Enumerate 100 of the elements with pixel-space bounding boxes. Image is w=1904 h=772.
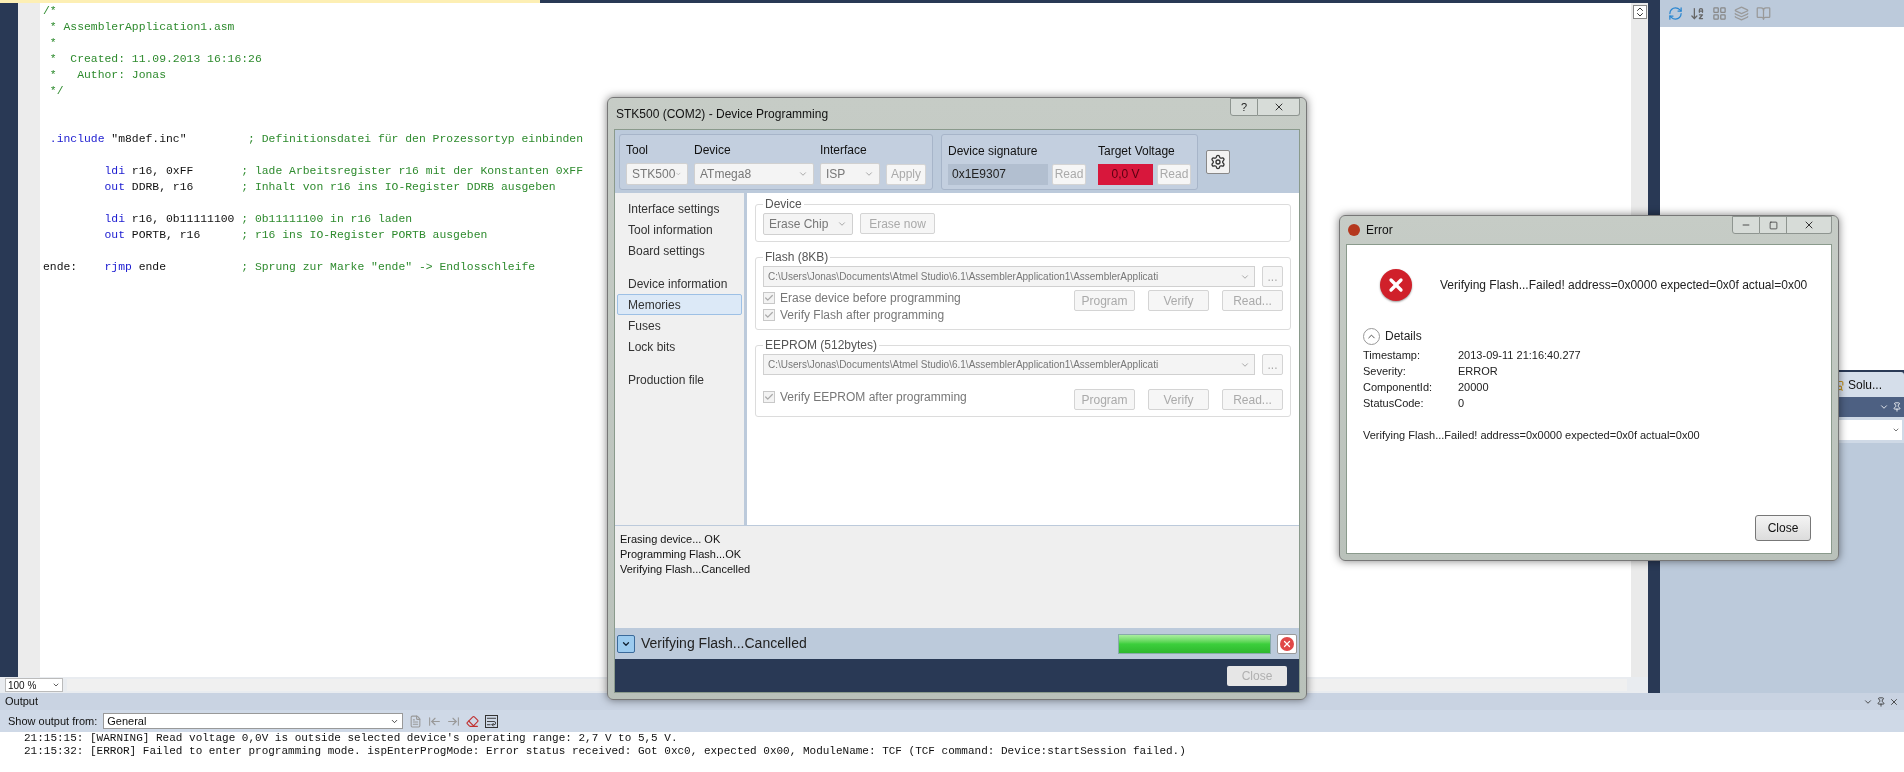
close-button[interactable]: Close [1755,515,1811,541]
close-icon [1803,219,1815,231]
field-label: Device signature [948,142,1039,160]
code-text: r16, 0xFF [131,164,194,180]
cancel-button[interactable] [1277,633,1297,654]
panel-title: Output [5,694,39,710]
settings-icon [1210,153,1226,170]
erase-now-button[interactable]: Erase now [860,213,935,234]
code-keyword: out [104,228,126,244]
nav-item[interactable]: Device information [617,273,742,294]
previous-icon[interactable] [428,714,442,728]
code-text: ende [138,260,167,276]
split-handle-icon[interactable] [1632,5,1647,19]
code-comment: ; Definitionsdatei für den Prozessortyp einbinden [248,132,583,148]
detail-value: 20000 [1458,379,1489,395]
window-title: Error [1366,222,1393,239]
layers-icon[interactable] [1734,6,1749,21]
section-legend: Flash (8KB) [763,248,831,266]
field-label: Device [694,141,732,159]
caret-icon [837,219,847,229]
log-line: Verifying Flash...Cancelled [620,562,752,577]
code-comment: ; r16 ins IO-Register PORTB ausgeben [241,228,488,244]
sort-icon[interactable] [1690,6,1705,21]
nav-item[interactable]: Interface settings [617,198,742,219]
nav-item[interactable]: Lock bits [617,336,742,357]
nav-item[interactable]: Tool information [617,219,742,240]
nav-item[interactable]: Production file [617,369,742,390]
detail-key: Timestamp: [1363,346,1458,364]
book-icon[interactable] [1756,6,1771,21]
file-path-dropdown[interactable]: C:\Users\Jonas\Documents\Atmel Studio\6.1\AssemblerApplication1\AssemblerApplicati [763,354,1255,375]
nav-item[interactable]: Memories [617,294,742,315]
code-keyword: ldi [104,212,126,228]
section-legend: Device [763,195,804,213]
next-icon[interactable] [447,714,461,728]
code-comment: ; 0b11111100 in r16 laden [241,212,413,228]
status-text: Verifying Flash...Cancelled [641,634,808,653]
read-button[interactable]: Read [1157,163,1191,185]
log-line: Programming Flash...OK [620,547,743,562]
expand-button[interactable] [617,634,635,653]
pin-icon[interactable] [1892,402,1902,412]
nav-item[interactable]: Board settings [617,240,742,261]
erase-mode-dropdown[interactable]: Erase Chip [763,213,853,235]
zoom-dropdown[interactable]: 100 % [5,678,63,692]
close-button[interactable] [1258,98,1300,116]
browse-button[interactable]: ... [1262,354,1283,375]
close-icon[interactable] [1889,696,1899,707]
minimize-button[interactable] [1732,216,1760,234]
cancel-icon [1280,636,1294,651]
code-comment: ; Sprung zur Marke "ende" -> Endlosschleife [241,260,536,276]
code-comment: * AssemblerApplication1.asm [48,20,235,36]
check-icon [764,309,774,320]
close-button[interactable] [1787,216,1832,234]
read-button[interactable]: Read [1052,163,1086,185]
check-icon [764,292,774,303]
dropdown-icon[interactable] [1879,402,1889,412]
pin-icon[interactable] [1876,696,1886,707]
settings-button[interactable] [1206,149,1230,174]
code-comment: * [48,36,57,52]
code-keyword: ldi [104,164,126,180]
code-comment: ; lade Arbeitsregister r16 mit der Konstanten 0xFF [241,164,583,180]
document-icon[interactable] [409,714,423,728]
tool-dropdown[interactable]: STK500 [626,162,688,185]
maximize-button[interactable] [1760,216,1787,234]
field-label: Tool [626,141,649,159]
grid-icon[interactable] [1712,6,1727,21]
code-text: r16, 0b11111100 [131,212,235,228]
maximize-icon [1768,220,1778,230]
detail-key: ComponentId: [1363,378,1458,396]
voltage-field: 0,0 V [1098,163,1153,185]
code-text: ende: [43,260,78,276]
help-button[interactable]: ? [1230,98,1258,116]
output-source-dropdown[interactable]: General [103,713,404,729]
caret-icon [1892,426,1900,434]
code-text: PORTB, r16 [131,228,201,244]
field-label: Target Voltage [1098,142,1176,160]
code-comment: ; Inhalt von r16 ins IO-Register DDRB ausgeben [241,180,556,196]
error-message: Verifying Flash...Failed! address=0x0000 expected=0x0f actual=0x00 [1440,277,1808,294]
signature-field: 0x1E9307 [948,163,1048,185]
output-line: 21:15:15: [WARNING] Read voltage 0,0V is outside selected device's operating range: 2,7 V to 5,5 V. [24,732,679,745]
file-path-dropdown[interactable]: C:\Users\Jonas\Documents\Atmel Studio\6.1\AssemblerApplication1\AssemblerApplicati [763,266,1255,287]
detail-key: StatusCode: [1363,394,1458,412]
refresh-icon[interactable] [1668,6,1683,21]
clear-icon[interactable] [466,714,480,728]
checkbox-label: Erase device before programming [780,289,961,307]
interface-dropdown[interactable]: ISP [820,162,880,185]
device-dropdown[interactable]: ATmega8 [694,162,814,185]
section-legend: EEPROM (512bytes) [763,336,880,354]
code-keyword: .include [49,132,105,148]
details-toggle[interactable]: Details [1363,327,1815,345]
window-title: STK500 (COM2) - Device Programming [616,105,829,123]
checkbox-label: Verify Flash after programming [780,306,945,324]
code-text: DDRB, r16 [131,180,194,196]
word-wrap-icon[interactable] [485,714,499,728]
browse-button[interactable]: ... [1262,266,1283,287]
apply-button[interactable]: Apply [886,163,926,185]
code-keyword: rjmp [104,260,132,276]
field-label: Interface [820,141,868,159]
nav-item[interactable]: Fuses [617,315,742,336]
check-icon [764,391,774,402]
code-comment: /* [43,4,57,20]
